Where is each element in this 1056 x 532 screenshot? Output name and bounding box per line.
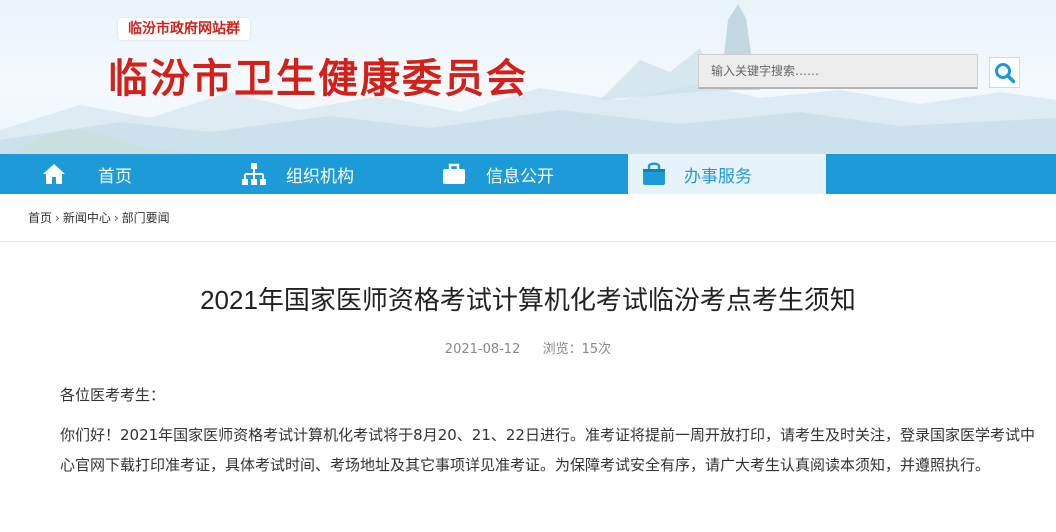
nav-item-organization[interactable]: 组织机构 (240, 154, 420, 194)
site-title[interactable]: 临汾市卫生健康委员会 (108, 46, 528, 104)
breadcrumb-department-news[interactable]: 部门要闻 (122, 209, 170, 226)
shopping-bag-icon (640, 160, 668, 188)
breadcrumb-separator: › (55, 210, 60, 225)
nav-item-home[interactable]: 首页 (40, 154, 220, 194)
article-title: 2021年国家医师资格考试计算机化考试临汾考点考生须知 (200, 285, 856, 315)
search-input[interactable] (699, 55, 977, 87)
nav-label: 组织机构 (286, 166, 354, 187)
article-meta: 2021-08-12 浏览：15次 (0, 338, 1056, 357)
home-icon (40, 160, 68, 188)
article-date: 2021-08-12 (444, 342, 521, 357)
search-icon (994, 62, 1015, 83)
site-header: 临汾市政府网站群 临汾市卫生健康委员会 (0, 0, 1056, 154)
article-greeting: 各位医考考生： (60, 386, 166, 404)
org-chart-icon (240, 160, 268, 188)
breadcrumb-news-center[interactable]: 新闻中心 (63, 209, 111, 226)
site-group-badge[interactable]: 临汾市政府网站群 (118, 18, 250, 40)
search-button[interactable] (989, 57, 1020, 88)
article-paragraph: 你们好！2021年国家医师资格考试计算机化考试将于8月20、21、22日进行。准… (60, 426, 1035, 474)
nav-item-services[interactable]: 办事服务 (628, 154, 826, 194)
briefcase-icon (440, 160, 468, 188)
nav-label: 首页 (98, 166, 132, 187)
nav-label: 办事服务 (684, 166, 752, 187)
breadcrumb-separator: › (113, 210, 119, 225)
breadcrumb: 首页 › 新闻中心 › 部门要闻 (0, 194, 1056, 242)
article-views: 浏览：15次 (542, 342, 612, 357)
breadcrumb-home[interactable]: 首页 (28, 209, 52, 226)
nav-label: 信息公开 (486, 166, 554, 187)
search-box (698, 54, 978, 89)
main-nav: 首页 组织机构 信息公开 办事服务 (0, 154, 1056, 194)
nav-item-info-disclosure[interactable]: 信息公开 (440, 154, 620, 194)
article-content: 各位医考考生： 你们好！2021年国家医师资格考试计算机化考试将于8月20、21… (60, 380, 1040, 480)
